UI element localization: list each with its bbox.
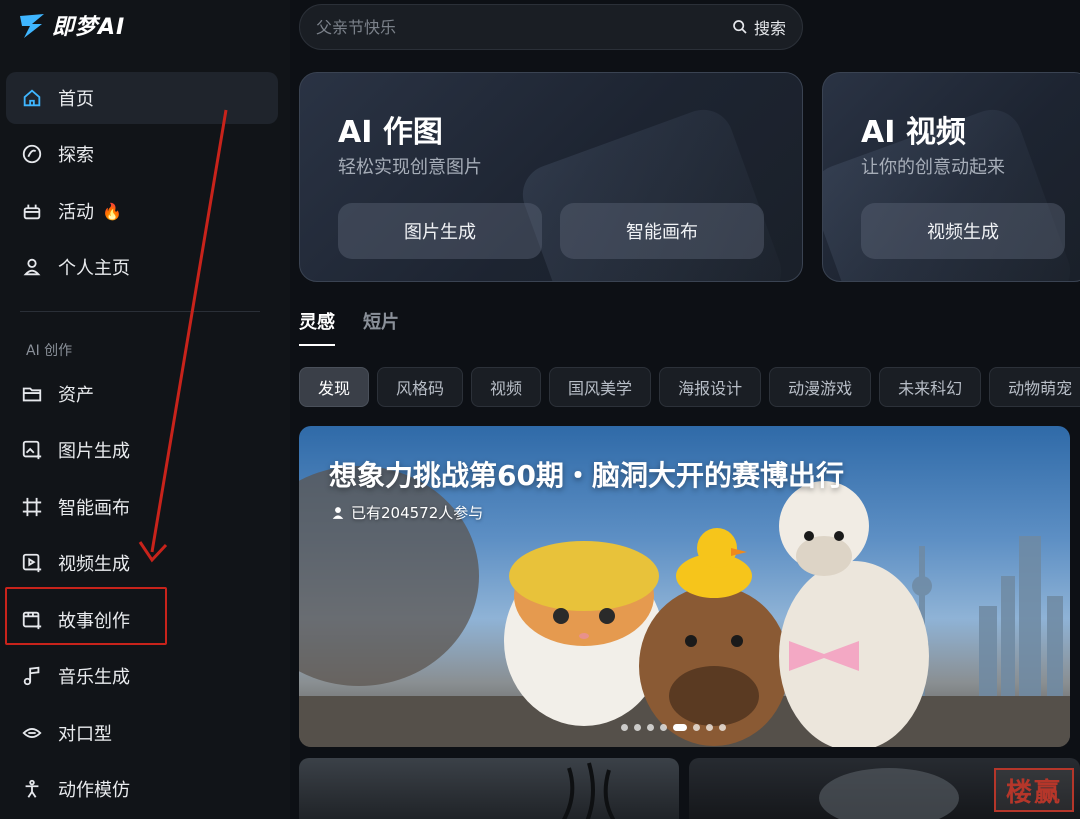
sidebar-item-lip-sync[interactable]: 对口型 [6, 707, 278, 759]
chip-style-code[interactable]: 风格码 [377, 367, 464, 407]
gift-icon [20, 199, 44, 223]
logo-text: 即梦AI [52, 15, 126, 40]
sidebar-item-music[interactable]: 音乐生成 [6, 650, 278, 702]
sidebar: 即梦AI 首页 探索 活动 🔥 个人主页 AI 创作 资产 图片生成 智能画布 … [0, 0, 290, 819]
sidebar-item-home[interactable]: 首页 [6, 72, 278, 124]
sidebar-item-explore[interactable]: 探索 [6, 128, 278, 180]
category-chips: 发现 风格码 视频 国风美学 海报设计 动漫游戏 未来科幻 动物萌宠 [299, 367, 1080, 407]
carousel-dots [621, 724, 726, 731]
smart-canvas-button[interactable]: 智能画布 [560, 203, 764, 259]
carousel-dot-active[interactable] [673, 724, 687, 731]
carousel-dot[interactable] [634, 724, 641, 731]
chip-pets[interactable]: 动物萌宠 [989, 367, 1080, 407]
home-icon [20, 86, 44, 110]
card-subtitle: 让你的创意动起来 [861, 157, 1005, 178]
section-title-ai-creation: AI 创作 [26, 343, 73, 359]
compass-icon [20, 142, 44, 166]
logo-icon [20, 14, 44, 38]
carousel-dot[interactable] [660, 724, 667, 731]
search-input[interactable] [316, 17, 732, 37]
folder-icon [20, 382, 44, 406]
tab-inspiration[interactable]: 灵感 [299, 308, 335, 346]
music-icon [20, 664, 44, 688]
lip-sync-icon [20, 721, 44, 745]
content-tabs: 灵感 短片 [299, 308, 399, 346]
image-gen-icon [20, 438, 44, 462]
sidebar-item-image-gen[interactable]: 图片生成 [6, 424, 278, 476]
sidebar-item-label: 视频生成 [58, 554, 130, 575]
thumbnail-image [562, 762, 616, 819]
ai-image-card: AI 作图 轻松实现创意图片 图片生成 智能画布 [299, 72, 803, 282]
sidebar-item-label: 智能画布 [58, 498, 130, 519]
fire-icon: 🔥 [102, 201, 122, 221]
gallery-thumbnail[interactable] [299, 758, 679, 819]
sidebar-item-assets[interactable]: 资产 [6, 368, 278, 420]
sidebar-item-story[interactable]: 故事创作 [6, 594, 278, 646]
tab-shorts[interactable]: 短片 [363, 308, 399, 346]
search-bar: 搜索 [299, 4, 803, 50]
sidebar-item-label: 故事创作 [58, 611, 130, 632]
banner-title: 想象力挑战第60期・脑洞大开的赛博出行 [329, 459, 844, 492]
sidebar-item-label: 探索 [58, 145, 94, 166]
sidebar-item-label: 个人主页 [58, 258, 130, 279]
app-logo[interactable]: 即梦AI [18, 8, 125, 42]
chip-anime-game[interactable]: 动漫游戏 [769, 367, 872, 407]
sidebar-item-label: 首页 [58, 89, 94, 110]
carousel-dot[interactable] [719, 724, 726, 731]
chip-scifi[interactable]: 未来科幻 [879, 367, 982, 407]
sidebar-item-label: 图片生成 [58, 441, 130, 462]
featured-banner[interactable]: 想象力挑战第60期・脑洞大开的赛博出行 已有204572人参与 [299, 426, 1070, 747]
sidebar-item-label: 对口型 [58, 724, 112, 745]
search-icon [733, 20, 747, 34]
video-gen-button[interactable]: 视频生成 [861, 203, 1065, 259]
carousel-dot[interactable] [621, 724, 628, 731]
search-button-label: 搜索 [753, 19, 786, 38]
sidebar-item-motion[interactable]: 动作模仿 [6, 763, 278, 815]
sidebar-divider [20, 311, 260, 312]
carousel-dot[interactable] [706, 724, 713, 731]
participants-count: 已有204572人参与 [351, 504, 484, 522]
image-gen-button[interactable]: 图片生成 [338, 203, 542, 259]
sidebar-item-activity[interactable]: 活动 🔥 [6, 185, 278, 237]
sidebar-item-canvas[interactable]: 智能画布 [6, 481, 278, 533]
user-icon [20, 255, 44, 279]
card-title: AI 视频 [861, 115, 966, 150]
user-icon [332, 506, 344, 519]
carousel-dot[interactable] [693, 724, 700, 731]
sidebar-item-label: 动作模仿 [58, 780, 130, 801]
chip-poster[interactable]: 海报设计 [659, 367, 762, 407]
story-icon [20, 608, 44, 632]
sidebar-item-profile[interactable]: 个人主页 [6, 241, 278, 293]
card-subtitle: 轻松实现创意图片 [338, 157, 482, 178]
video-gen-icon [20, 551, 44, 575]
sidebar-item-label: 音乐生成 [58, 667, 130, 688]
watermark-stamp: 楼赢 [994, 768, 1074, 812]
chip-video[interactable]: 视频 [471, 367, 542, 407]
ai-video-card: AI 视频 让你的创意动起来 视频生成 [822, 72, 1080, 282]
sidebar-item-label: 活动 [58, 202, 94, 223]
canvas-icon [20, 495, 44, 519]
banner-participants: 已有204572人参与 [331, 502, 483, 523]
motion-icon [20, 777, 44, 801]
sidebar-item-video-gen[interactable]: 视频生成 [6, 537, 278, 589]
carousel-dot[interactable] [647, 724, 654, 731]
chip-guofeng[interactable]: 国风美学 [549, 367, 652, 407]
chip-discover[interactable]: 发现 [299, 367, 370, 407]
search-button[interactable]: 搜索 [732, 15, 786, 39]
sidebar-item-label: 资产 [58, 385, 94, 406]
card-title: AI 作图 [338, 115, 443, 150]
stamp-text: 楼赢 [1005, 777, 1062, 808]
